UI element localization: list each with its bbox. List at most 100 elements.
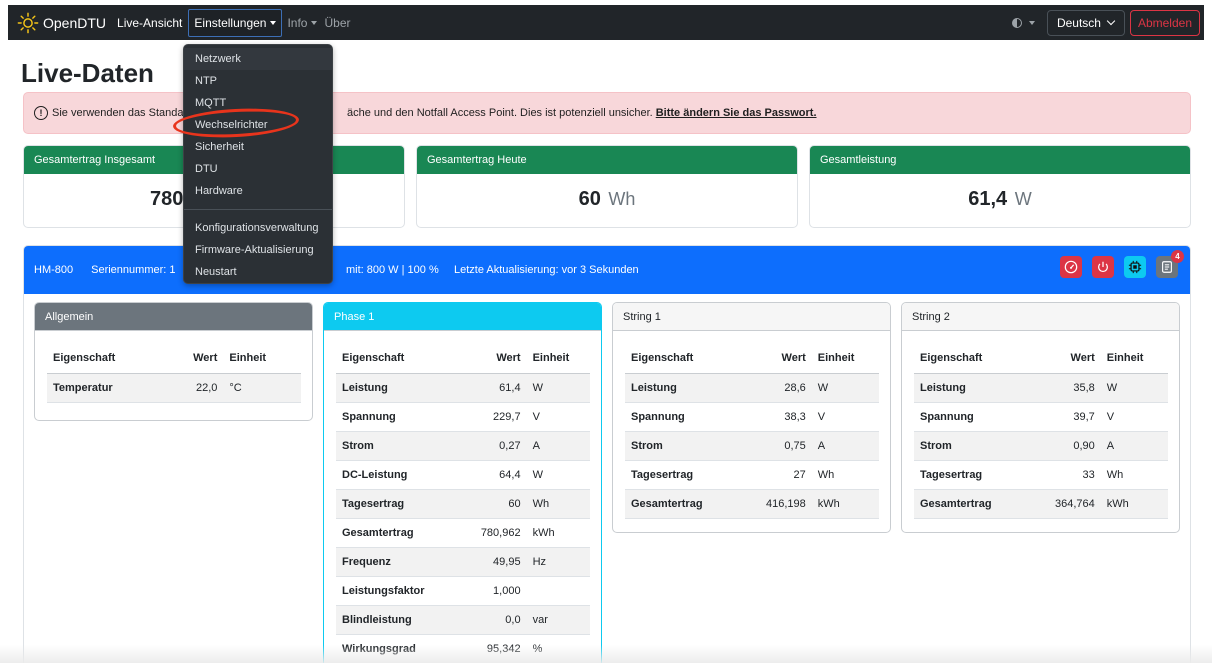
summary-value: 60 Wh — [417, 174, 797, 211]
property-cell: Leistungsfaktor — [336, 576, 460, 606]
value-cell: 49,95 — [459, 547, 527, 577]
panel-title: Phase 1 — [324, 303, 601, 331]
summary-card-today: Gesamtertrag Heute 60 Wh — [416, 145, 798, 228]
value-cell: 61,4 — [459, 373, 527, 403]
unit-cell: W — [1100, 373, 1168, 403]
menu-item-security[interactable]: Sicherheit — [184, 136, 332, 158]
device-info-button[interactable] — [1124, 256, 1146, 278]
unit-cell: A — [811, 431, 879, 461]
language-select[interactable]: Deutsch — [1046, 9, 1125, 36]
value-cell: 416,198 — [740, 489, 812, 519]
table-row: Leistung 28,6 W — [625, 373, 879, 403]
menu-divider — [184, 209, 332, 210]
brand-name: OpenDTU — [43, 14, 107, 31]
property-cell: Tagesertrag — [914, 460, 1030, 490]
journal-icon — [1162, 261, 1172, 273]
summary-value-unit: W — [1014, 189, 1032, 209]
value-cell: 64,4 — [459, 460, 527, 490]
property-cell: Strom — [625, 431, 741, 461]
value-cell: 33 — [1029, 460, 1101, 490]
unit-cell: Wh — [526, 489, 590, 519]
nav-settings[interactable]: Einstellungen — [188, 8, 283, 37]
theme-toggle[interactable] — [1011, 17, 1035, 28]
table-row: Gesamtertrag 416,198 kWh — [625, 489, 879, 519]
change-password-link[interactable]: Bitte ändern Sie das Passwort. — [656, 107, 817, 119]
nav-info[interactable]: Info — [287, 9, 318, 37]
summary-value: 61,4 W — [810, 174, 1190, 211]
event-log-button[interactable]: 4 — [1156, 250, 1184, 278]
table-row: Strom 0,27 A — [336, 431, 590, 461]
menu-item-reboot[interactable]: Neustart — [184, 261, 332, 283]
column-header: Wert — [1029, 343, 1101, 374]
limit-settings-button[interactable] — [1060, 256, 1082, 278]
menu-item-config-management[interactable]: Konfigurationsverwaltung — [184, 217, 332, 239]
logout-button[interactable]: Abmelden — [1129, 9, 1200, 36]
menu-item-firmware-update[interactable]: Firmware-Aktualisierung — [184, 239, 332, 261]
unit-cell: Wh — [811, 460, 879, 490]
property-cell: Temperatur — [47, 373, 166, 403]
property-cell: Strom — [336, 431, 460, 461]
unit-cell: W — [526, 460, 590, 490]
value-cell: 780,962 — [459, 518, 527, 548]
property-cell: Leistung — [625, 373, 741, 403]
table-row: Gesamtertrag 364,764 kWh — [914, 489, 1168, 519]
nav-live-view-label: Live-Ansicht — [117, 15, 183, 30]
summary-card-power: Gesamtleistung 61,4 W — [809, 145, 1191, 228]
settings-dropdown-menu: Netzwerk NTP MQTT Wechselrichter Sicherh… — [183, 44, 333, 284]
power-icon — [1098, 261, 1108, 273]
unit-cell: V — [811, 402, 879, 432]
table-row: Leistung 61,4 W — [336, 373, 590, 403]
unit-cell: V — [526, 402, 590, 432]
column-header: Einheit — [223, 343, 301, 374]
unit-cell: Hz — [526, 547, 590, 577]
inverter-serial: Seriennummer: 1 — [91, 264, 176, 276]
table-row: Spannung 229,7 V — [336, 402, 590, 432]
caret-down-icon — [1028, 20, 1035, 25]
inverter-actions: 4 — [1050, 250, 1184, 278]
menu-item-network[interactable]: Netzwerk — [184, 48, 332, 70]
table-row: Spannung 38,3 V — [625, 402, 879, 432]
property-cell: Spannung — [625, 402, 741, 432]
nav-about[interactable]: Über — [324, 9, 350, 37]
value-cell: 27 — [740, 460, 812, 490]
panel-title: Allgemein — [35, 303, 312, 331]
nav-live-view[interactable]: Live-Ansicht — [117, 9, 182, 37]
table-row: Spannung 39,7 V — [914, 402, 1168, 432]
table-row: Gesamtertrag 780,962 kWh — [336, 518, 590, 548]
table-row: Temperatur 22,0 °C — [47, 373, 301, 403]
unit-cell: Wh — [1100, 460, 1168, 490]
brand[interactable]: OpenDTU — [17, 12, 106, 34]
data-table: Eigenschaft Wert Einheit Leistung 28,6 W Spann… — [625, 343, 879, 519]
value-cell: 60 — [459, 489, 527, 519]
panel-general: Allgemein Eigenschaft Wert Einheit Tempe… — [34, 302, 313, 421]
unit-cell: var — [526, 605, 590, 635]
value-cell: 1,000 — [459, 576, 527, 606]
property-cell: Spannung — [914, 402, 1030, 432]
menu-item-ntp[interactable]: NTP — [184, 70, 332, 92]
event-count-badge: 4 — [1171, 250, 1184, 263]
sun-logo-icon — [17, 12, 39, 33]
table-row: Tagesertrag 60 Wh — [336, 489, 590, 519]
property-cell: Gesamtertrag — [336, 518, 460, 548]
menu-item-hardware[interactable]: Hardware — [184, 180, 332, 202]
panel-title: String 2 — [902, 303, 1179, 331]
value-cell: 229,7 — [459, 402, 527, 432]
power-control-button[interactable] — [1092, 256, 1114, 278]
alert-text-rest: äche und den Notfall Access Point. Dies … — [347, 107, 817, 119]
table-row: DC-Leistung 64,4 W — [336, 460, 590, 490]
alert-text-start: Sie verwenden das Standa — [52, 107, 184, 119]
caret-down-icon — [270, 20, 277, 25]
value-cell: 0,75 — [740, 431, 812, 461]
summary-value-unit: Wh — [608, 189, 636, 209]
panel-string1: String 1 Eigenschaft Wert Einheit Leistung 2… — [612, 302, 891, 533]
panel-title: String 1 — [613, 303, 890, 331]
table-header-row: Eigenschaft Wert Einheit — [47, 343, 301, 374]
column-header: Eigenschaft — [625, 343, 741, 374]
property-cell: Strom — [914, 431, 1030, 461]
column-header: Wert — [459, 343, 527, 374]
unit-cell: W — [526, 373, 590, 403]
summary-value-number: 780 — [150, 188, 184, 210]
column-header: Eigenschaft — [914, 343, 1030, 374]
menu-item-dtu[interactable]: DTU — [184, 158, 332, 180]
value-cell: 0,90 — [1029, 431, 1101, 461]
